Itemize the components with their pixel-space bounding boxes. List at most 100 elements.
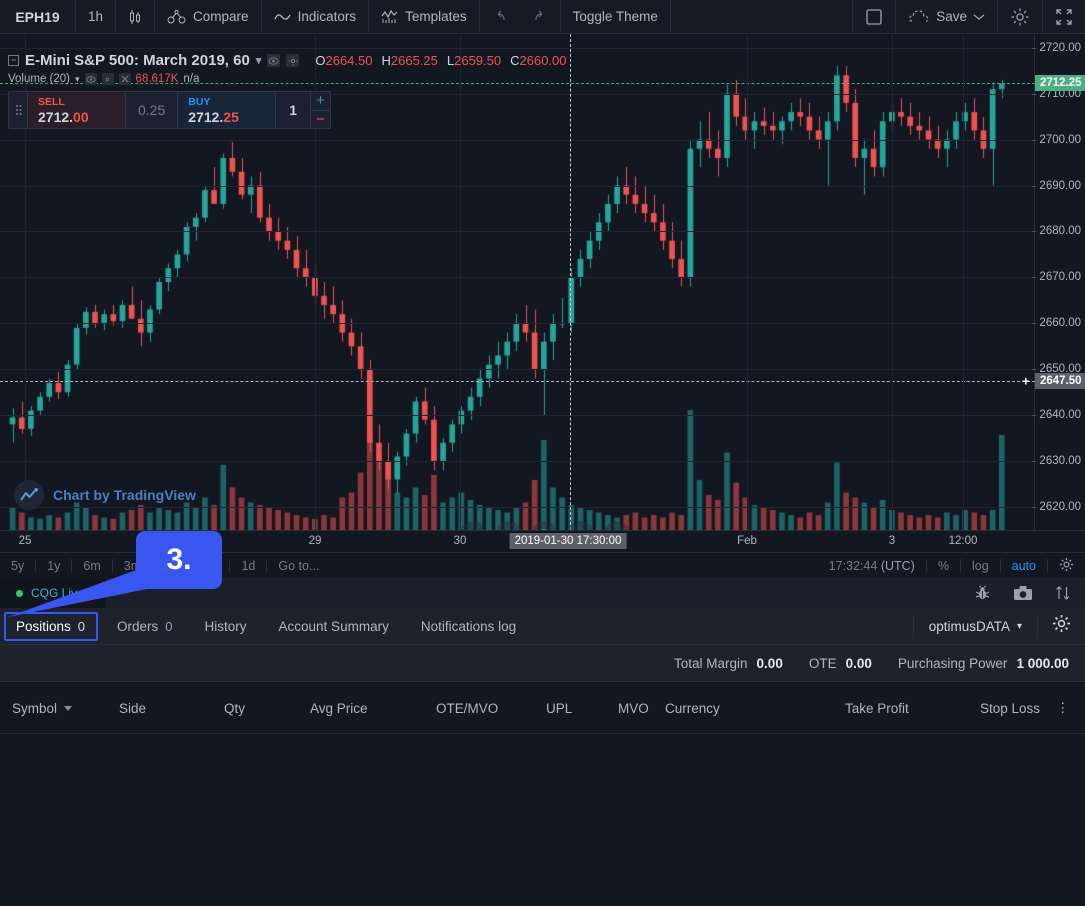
indicators-label: Indicators <box>297 9 357 24</box>
drag-handle-icon[interactable] <box>9 92 27 128</box>
sort-icon[interactable] <box>1055 585 1071 601</box>
tab-positions-label: Positions <box>16 618 71 634</box>
gridline <box>0 186 1035 187</box>
toggle-theme-button[interactable]: Toggle Theme <box>561 0 671 33</box>
price-tick: 2660.00 <box>1032 317 1081 330</box>
bug-icon[interactable] <box>974 584 991 602</box>
buy-button[interactable]: BUY 2712.25 <box>177 92 276 128</box>
time-tick: 30 <box>453 535 467 547</box>
column-header-label: Symbol <box>12 700 58 716</box>
chart-nav-buttons[interactable]: ‹ − ⟳ + › <box>460 521 630 530</box>
column-header--[interactable]: ⋮ <box>1056 682 1070 734</box>
column-header-side[interactable]: Side <box>119 682 146 734</box>
ote-label: OTE <box>808 655 837 671</box>
column-header-ote-mvo[interactable]: OTE/MVO <box>436 682 498 734</box>
range-1d[interactable]: 1d <box>230 559 266 573</box>
column-header-stop-loss[interactable]: Stop Loss <box>980 682 1040 734</box>
tab-history[interactable]: History <box>189 608 263 645</box>
callout-badge: 3. <box>136 531 222 589</box>
chevron-right-icon[interactable]: › <box>604 521 630 530</box>
volume-label[interactable]: Volume (20) <box>8 73 70 85</box>
tab-orders[interactable]: Orders 0 <box>101 608 189 645</box>
crosshair-time-badge: 2019-01-30 17:30:00 <box>509 533 627 549</box>
range-1y[interactable]: 1y <box>36 559 71 573</box>
chevron-left-icon[interactable]: ‹ <box>460 521 486 530</box>
layout-square-button[interactable] <box>853 0 897 33</box>
column-header-symbol[interactable]: Symbol <box>12 682 73 734</box>
tab-notifications-log[interactable]: Notifications log <box>405 608 532 645</box>
percent-scale-button[interactable]: % <box>927 559 960 573</box>
sell-button[interactable]: SELL 2712.00 <box>27 92 125 128</box>
cqg-status-pill[interactable]: CQG Live <box>0 578 106 608</box>
account-settings-button[interactable] <box>1038 614 1085 638</box>
chart-title[interactable]: E-Mini S&P 500: March 2019, 60 <box>25 52 250 69</box>
eye-icon[interactable] <box>84 73 97 85</box>
log-scale-button[interactable]: log <box>961 559 1000 573</box>
range-6m[interactable]: 6m <box>72 559 111 573</box>
interval-button[interactable]: 1h <box>76 0 117 33</box>
column-header-label: Side <box>119 700 147 716</box>
ohlc-value-l: 2659.50 <box>454 53 502 68</box>
tradingview-watermark[interactable]: Chart by TradingView <box>14 480 196 510</box>
save-button[interactable]: Save <box>896 0 998 33</box>
column-header-label: UPL <box>546 700 573 716</box>
symbol-button[interactable]: EPH19 <box>0 0 76 33</box>
minus-icon[interactable]: − <box>496 521 522 530</box>
trade-widget[interactable]: SELL 2712.00 0.25 BUY 2712.25 1 + − <box>8 91 332 129</box>
quantity-stepper[interactable]: + − <box>310 92 331 129</box>
gear-icon <box>1010 7 1030 27</box>
reset-icon[interactable]: ⟳ <box>532 521 558 530</box>
purchasing-power-label: Purchasing Power <box>897 655 1008 671</box>
chart-style-button[interactable] <box>116 0 156 33</box>
column-header-upl[interactable]: UPL <box>546 682 572 734</box>
redo-button[interactable] <box>520 0 561 33</box>
account-tabs: Positions 0 Orders 0 History Account Sum… <box>0 608 1085 645</box>
camera-icon[interactable] <box>1013 585 1033 601</box>
auto-scale-button[interactable]: auto <box>1001 559 1047 573</box>
chart-settings-button[interactable] <box>998 0 1043 33</box>
column-header-qty[interactable]: Qty <box>224 682 245 734</box>
volume-caret[interactable]: ▾ <box>75 74 80 85</box>
column-header-avg-price[interactable]: Avg Price <box>310 682 368 734</box>
goto-button[interactable]: Go to... <box>267 559 330 573</box>
tab-positions[interactable]: Positions 0 <box>0 608 101 645</box>
chart-title-caret[interactable]: ▾ <box>256 54 262 67</box>
time-tick: 3 <box>888 535 896 547</box>
plus-icon[interactable]: + <box>568 521 594 530</box>
tab-account-summary[interactable]: Account Summary <box>263 608 405 645</box>
column-header-mvo[interactable]: MVO <box>618 682 649 734</box>
quantity-decrement-button[interactable]: − <box>311 109 331 129</box>
close-icon[interactable] <box>118 73 131 85</box>
undo-button[interactable] <box>480 0 520 33</box>
fullscreen-button[interactable] <box>1043 0 1085 33</box>
undo-icon <box>492 10 508 24</box>
collapse-icon[interactable]: − <box>8 55 19 66</box>
compare-button[interactable]: Compare <box>155 0 262 33</box>
quantity-increment-button[interactable]: + <box>311 92 330 110</box>
gear-icon[interactable] <box>286 54 300 67</box>
chevron-down-icon[interactable] <box>973 13 985 21</box>
indicators-button[interactable]: Indicators <box>262 0 370 33</box>
quantity-value[interactable]: 1 <box>275 92 310 128</box>
chevron-down-icon <box>64 705 73 711</box>
watermark-label: Chart by TradingView <box>53 487 196 503</box>
clock-display[interactable]: 17:32:44 (UTC) <box>818 559 926 573</box>
range-5y[interactable]: 5y <box>0 559 35 573</box>
chart-legend: − E-Mini S&P 500: March 2019, 60 ▾ O2664… <box>8 52 567 85</box>
gear-icon[interactable] <box>101 73 114 85</box>
eye-icon[interactable] <box>267 54 281 67</box>
account-selector[interactable]: optimusDATA ▾ <box>914 619 1037 634</box>
chart-area[interactable]: − E-Mini S&P 500: March 2019, 60 ▾ O2664… <box>0 34 1085 530</box>
gridline <box>963 34 964 530</box>
price-axis[interactable]: 2720.00 2710.00 2700.00 2690.00 2680.00 2670.… <box>1022 34 1085 530</box>
add-order-icon[interactable]: + <box>1022 374 1030 387</box>
square-icon <box>865 8 883 26</box>
column-header-take-profit[interactable]: Take Profit <box>845 682 909 734</box>
column-header-currency[interactable]: Currency <box>665 682 720 734</box>
clock-timezone: (UTC) <box>880 558 915 573</box>
account-tabs-right: optimusDATA ▾ <box>912 608 1085 645</box>
templates-button[interactable]: Templates <box>369 0 480 33</box>
column-header-label: Stop Loss <box>980 700 1041 716</box>
scale-settings-button[interactable] <box>1048 557 1085 575</box>
column-header-label: MVO <box>618 700 649 716</box>
